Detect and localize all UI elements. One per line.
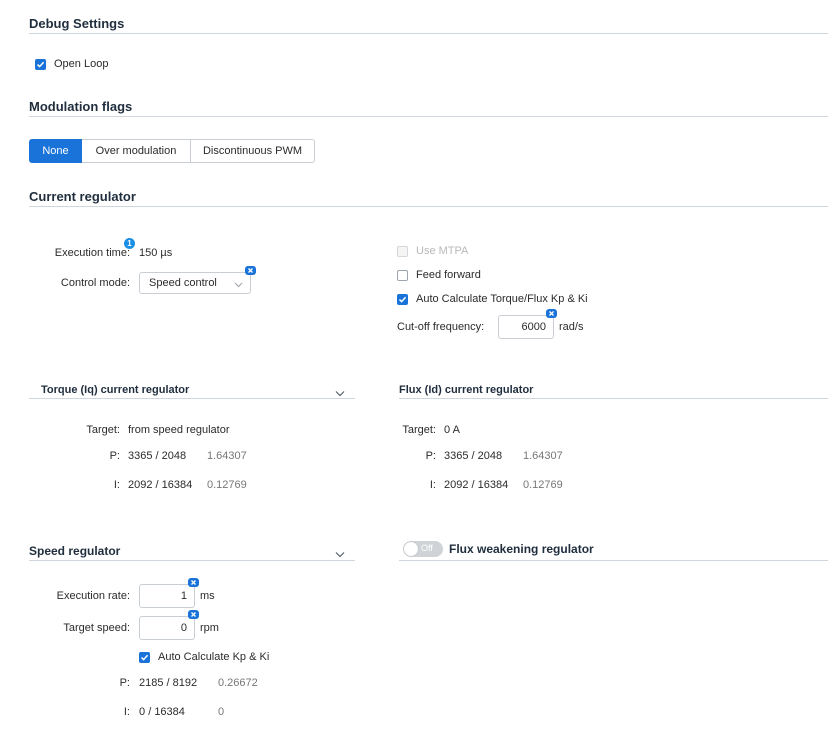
check-icon xyxy=(139,651,150,663)
cutoff-frequency-reset-icon[interactable] xyxy=(546,309,557,318)
modulation-option-discontinuous-pwm[interactable]: Discontinuous PWM xyxy=(191,139,315,163)
execution-time-value: 150 µs xyxy=(139,247,173,259)
modulation-flags-divider xyxy=(29,116,828,117)
cutoff-frequency-input[interactable]: 6000 xyxy=(498,315,554,339)
flux-p-label: P: xyxy=(425,450,436,462)
control-mode-value: Speed control xyxy=(149,277,217,289)
flux-target-value: 0 A xyxy=(444,424,460,436)
flux-p-numerator: 3365 xyxy=(444,450,469,462)
target-speed-unit: rpm xyxy=(200,622,219,634)
target-speed-label: Target speed: xyxy=(63,622,130,634)
execution-time-label: Execution time: xyxy=(54,247,130,259)
modulation-segmented-control: None Over modulation Discontinuous PWM xyxy=(29,139,315,163)
flux-regulator-divider xyxy=(399,398,828,399)
flux-weakening-divider xyxy=(399,560,828,561)
control-mode-reset-icon[interactable] xyxy=(245,266,256,275)
cutoff-frequency-unit: rad/s xyxy=(559,321,584,333)
feed-forward-label: Feed forward xyxy=(416,269,481,281)
control-mode-label: Control mode: xyxy=(60,277,130,289)
auto-calc-kp-ki-checkbox[interactable]: Auto Calculate Kp & Ki xyxy=(139,651,269,663)
execution-rate-unit: ms xyxy=(200,590,215,602)
torque-target-label: Target: xyxy=(86,424,120,436)
flux-p-fraction: 3365 / 2048 xyxy=(444,450,502,462)
speed-i-fraction: 0 / 16384 xyxy=(139,706,185,718)
target-speed-input[interactable]: 0 xyxy=(139,616,195,640)
flux-i-fraction: 2092 / 16384 xyxy=(444,479,508,491)
speed-regulator-divider xyxy=(29,560,355,561)
execution-rate-input[interactable]: 1 xyxy=(139,584,195,608)
flux-p-denominator: 2048 xyxy=(477,450,503,462)
flux-weakening-title: Flux weakening regulator xyxy=(449,542,594,556)
flux-p-value: 1.64307 xyxy=(523,450,563,462)
torque-p-label: P: xyxy=(109,450,120,462)
torque-i-value: 0.12769 xyxy=(207,479,247,491)
cutoff-frequency-label: Cut-off frequency: xyxy=(397,321,485,333)
execution-rate-label: Execution rate: xyxy=(56,590,130,602)
speed-i-denominator: 16384 xyxy=(154,706,185,718)
chevron-down-icon xyxy=(234,279,243,291)
speed-p-denominator: 8192 xyxy=(172,677,198,689)
current-regulator-title: Current regulator xyxy=(29,189,136,204)
speed-p-label: P: xyxy=(119,677,130,689)
torque-p-fraction: 3365 / 2048 xyxy=(128,450,186,462)
speed-i-value: 0 xyxy=(218,706,225,718)
flux-i-value: 0.12769 xyxy=(523,479,563,491)
speed-i-numerator: 0 xyxy=(139,706,146,718)
info-badge-icon[interactable]: 1 xyxy=(124,238,135,249)
modulation-option-over-modulation[interactable]: Over modulation xyxy=(82,139,191,163)
flux-weakening-toggle[interactable]: Off xyxy=(403,541,443,557)
checkbox-box xyxy=(397,269,408,281)
flux-i-numerator: 2092 xyxy=(444,479,469,491)
torque-p-numerator: 3365 xyxy=(128,450,153,462)
auto-calc-torque-flux-checkbox[interactable]: Auto Calculate Torque/Flux Kp & Ki xyxy=(397,293,588,305)
speed-p-value: 0.26672 xyxy=(218,677,258,689)
flux-regulator-title: Flux (Id) current regulator xyxy=(399,384,534,396)
debug-settings-title: Debug Settings xyxy=(29,16,125,31)
use-mtpa-label: Use MTPA xyxy=(416,245,469,257)
torque-regulator-divider xyxy=(29,398,355,399)
auto-calc-kp-ki-label: Auto Calculate Kp & Ki xyxy=(158,651,270,663)
speed-regulator-title: Speed regulator xyxy=(29,544,121,558)
torque-regulator-collapse-icon[interactable] xyxy=(335,384,345,402)
modulation-flags-title: Modulation flags xyxy=(29,99,133,114)
torque-p-value: 1.64307 xyxy=(207,450,247,462)
torque-i-label: I: xyxy=(113,479,120,491)
torque-i-fraction: 2092 / 16384 xyxy=(128,479,192,491)
flux-i-label: I: xyxy=(429,479,436,491)
check-icon xyxy=(397,293,408,305)
control-mode-select[interactable]: Speed control xyxy=(139,272,251,294)
debug-settings-divider xyxy=(29,33,828,34)
speed-p-fraction: 2185 / 8192 xyxy=(139,677,197,689)
feed-forward-checkbox[interactable]: Feed forward xyxy=(397,269,481,281)
execution-rate-reset-icon[interactable] xyxy=(188,578,199,587)
auto-calc-torque-flux-label: Auto Calculate Torque/Flux Kp & Ki xyxy=(416,293,588,305)
speed-i-label: I: xyxy=(123,706,130,718)
flux-weakening-toggle-label: Off xyxy=(421,543,433,553)
flux-i-denominator: 16384 xyxy=(477,479,509,491)
toggle-knob xyxy=(404,542,418,556)
open-loop-label: Open Loop xyxy=(54,58,109,70)
torque-i-numerator: 2092 xyxy=(128,479,153,491)
flux-target-label: Target: xyxy=(402,424,436,436)
modulation-option-none[interactable]: None xyxy=(29,139,82,163)
current-regulator-divider xyxy=(29,206,828,207)
open-loop-checkbox[interactable]: Open Loop xyxy=(35,58,108,70)
torque-i-denominator: 16384 xyxy=(161,479,193,491)
checkbox-box xyxy=(397,245,408,257)
check-icon xyxy=(35,58,46,70)
torque-p-denominator: 2048 xyxy=(161,450,187,462)
speed-p-numerator: 2185 xyxy=(139,677,164,689)
target-speed-reset-icon[interactable] xyxy=(188,610,199,619)
torque-target-value: from speed regulator xyxy=(128,424,230,436)
use-mtpa-checkbox[interactable]: Use MTPA xyxy=(397,245,468,257)
torque-regulator-title: Torque (Iq) current regulator xyxy=(41,384,190,396)
